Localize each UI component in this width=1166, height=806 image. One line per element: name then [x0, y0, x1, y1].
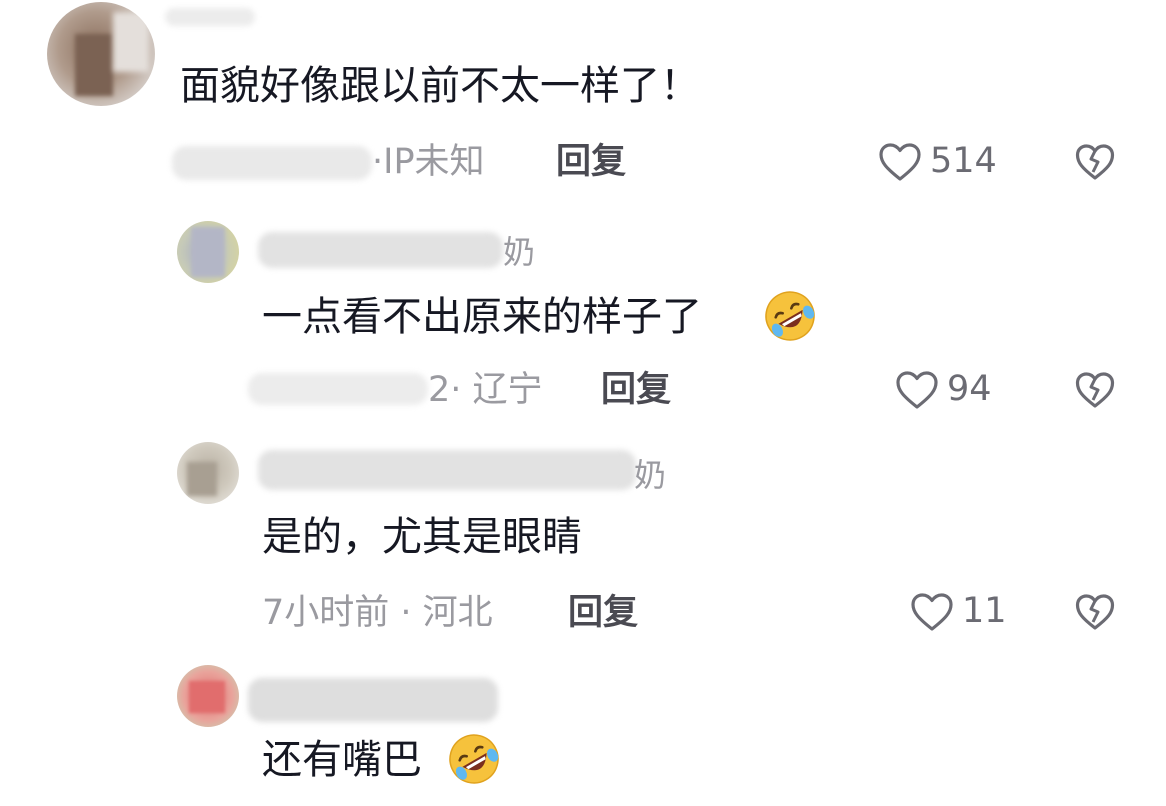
username-blurred[interactable]	[258, 232, 503, 268]
username-blurred[interactable]	[165, 8, 255, 26]
broken-heart-icon[interactable]	[1075, 143, 1115, 181]
username-tail: 奶	[634, 456, 667, 494]
like-count: 94	[947, 369, 992, 409]
comment-text: 还有嘴巴	[262, 737, 422, 783]
reply-button[interactable]: 回复	[556, 141, 626, 183]
comment-meta: 2· 辽宁	[428, 370, 543, 410]
timestamp-blurred	[172, 146, 372, 180]
comment-meta: 7小时前 · 河北	[262, 593, 493, 633]
broken-heart-icon[interactable]	[1075, 593, 1115, 631]
username-blurred[interactable]	[248, 678, 498, 722]
comment-meta: ·IP未知	[372, 142, 485, 182]
like-button[interactable]: 514	[878, 140, 1008, 184]
comment-text: 面貌好像跟以前不太一样了！	[180, 63, 700, 109]
heart-outline-icon	[879, 143, 921, 181]
like-count: 11	[962, 591, 1007, 631]
timestamp-blurred	[248, 373, 428, 405]
comment-text: 一点看不出原来的样子了	[262, 294, 702, 340]
heart-outline-icon	[896, 371, 938, 409]
avatar[interactable]	[177, 221, 239, 283]
reply-button[interactable]: 回复	[601, 369, 671, 411]
like-count: 514	[930, 141, 997, 181]
like-button[interactable]: 94	[895, 368, 1005, 412]
reply-button[interactable]: 回复	[568, 592, 638, 634]
rolling-laughing-emoji	[449, 734, 499, 784]
rolling-laughing-emoji	[765, 291, 815, 341]
like-button[interactable]: 11	[910, 590, 1010, 634]
avatar[interactable]	[177, 442, 239, 504]
broken-heart-icon[interactable]	[1075, 371, 1115, 409]
avatar[interactable]	[47, 2, 155, 106]
username-tail: 奶	[503, 233, 536, 271]
heart-outline-icon	[911, 593, 953, 631]
avatar[interactable]	[177, 665, 239, 727]
username-blurred[interactable]	[258, 450, 636, 490]
comment-text: 是的，尤其是眼睛	[262, 514, 582, 560]
